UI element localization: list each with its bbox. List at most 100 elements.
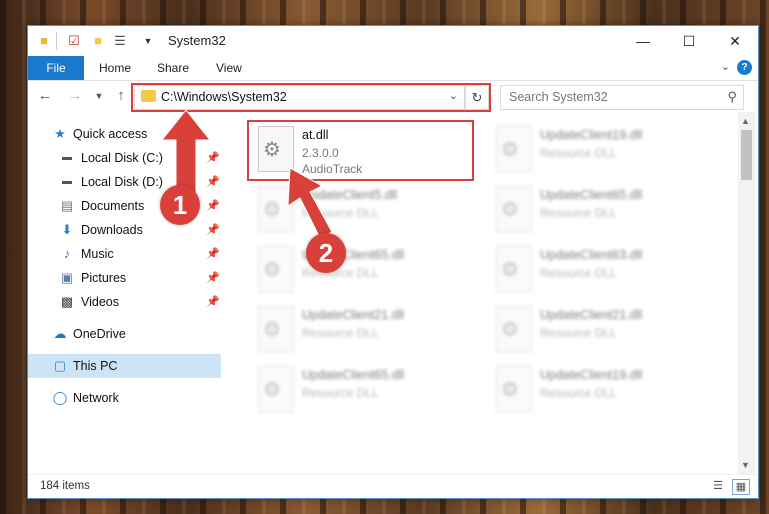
network-icon: ◯ bbox=[52, 390, 68, 405]
title-bar: ■ ☑ ■ ☰ ▼ System32 — ☐ ✕ bbox=[28, 26, 758, 56]
file-name: UpdateClient21.dll bbox=[540, 308, 643, 322]
sidebar-item-pictures[interactable]: ▣ Pictures 📌 bbox=[28, 266, 221, 290]
gear-icon: ⚙ bbox=[501, 379, 519, 401]
expand-ribbon-icon[interactable]: ⌄ bbox=[721, 60, 730, 73]
file-item[interactable]: ⚙ UpdateClient21.dll Resource DLL bbox=[488, 300, 718, 358]
file-item[interactable]: ⚙ UpdateClient65.dll Resource DLL bbox=[488, 180, 718, 238]
file-item[interactable]: ⚙ UpdateClient19.dll Resource DLL bbox=[488, 120, 718, 178]
sidebar-item-label: Pictures bbox=[81, 271, 127, 285]
search-input[interactable]: Search System32 ⚲ bbox=[500, 85, 744, 110]
dll-file-icon: ⚙ bbox=[496, 246, 532, 292]
music-icon: ♪ bbox=[63, 246, 71, 261]
file-type: Resource DLL bbox=[540, 386, 617, 400]
sidebar-item-onedrive[interactable]: ☁ OneDrive bbox=[28, 322, 221, 346]
file-type: Resource DLL bbox=[540, 146, 617, 160]
pin-icon[interactable]: 📌 bbox=[206, 247, 220, 260]
minimize-button[interactable]: — bbox=[620, 26, 666, 56]
file-name: UpdateClient19.dll bbox=[540, 368, 643, 382]
file-highlight-box bbox=[247, 120, 474, 181]
customize-toolbar-icon[interactable]: ☰ bbox=[112, 33, 128, 49]
sidebar-item-label: Documents bbox=[81, 199, 145, 213]
sidebar-item-this-pc[interactable]: ▢ This PC bbox=[28, 354, 221, 378]
file-name: UpdateClient65.dll bbox=[302, 368, 405, 382]
file-item[interactable]: ⚙ UpdateClient5.dll Resource DLL bbox=[250, 180, 480, 238]
tab-share[interactable]: Share bbox=[157, 56, 189, 80]
gear-icon: ⚙ bbox=[501, 139, 519, 161]
maximize-button[interactable]: ☐ bbox=[666, 26, 712, 56]
search-placeholder: Search System32 bbox=[509, 90, 608, 104]
star-icon: ★ bbox=[54, 126, 66, 141]
sidebar-item-label: Downloads bbox=[81, 223, 143, 237]
sidebar-item-quick-access[interactable]: ★ Quick access bbox=[28, 122, 221, 146]
pin-icon[interactable]: 📌 bbox=[206, 223, 220, 236]
scrollbar-thumb[interactable] bbox=[741, 130, 752, 180]
sidebar-item-network[interactable]: ◯ Network bbox=[28, 386, 221, 410]
pin-icon[interactable]: 📌 bbox=[206, 151, 220, 164]
dll-file-icon: ⚙ bbox=[496, 306, 532, 352]
sidebar-item-label: Local Disk (C:) bbox=[81, 151, 163, 165]
chevron-down-icon[interactable]: ▼ bbox=[140, 33, 156, 49]
up-arrow-icon[interactable]: ↑ bbox=[112, 87, 130, 104]
divider bbox=[56, 32, 57, 50]
pin-icon[interactable]: 📌 bbox=[206, 295, 220, 308]
sidebar-item-music[interactable]: ♪ Music 📌 bbox=[28, 242, 221, 266]
gear-icon: ⚙ bbox=[263, 319, 281, 341]
file-name: UpdateClient19.dll bbox=[540, 128, 643, 142]
tab-view[interactable]: View bbox=[216, 56, 242, 80]
computer-icon: ▢ bbox=[53, 358, 67, 373]
gear-icon: ⚙ bbox=[501, 199, 519, 221]
scroll-down-icon[interactable]: ▼ bbox=[741, 460, 750, 470]
details-view-icon[interactable]: ☰ bbox=[710, 479, 726, 493]
sidebar-item-label: Videos bbox=[81, 295, 119, 309]
sidebar-item-label: Music bbox=[81, 247, 114, 261]
file-type: Resource DLL bbox=[302, 326, 379, 340]
file-item[interactable]: ⚙ UpdateClient21.dll Resource DLL bbox=[250, 300, 480, 358]
help-icon[interactable]: ? bbox=[737, 60, 752, 75]
folder-icon: ■ bbox=[40, 33, 48, 48]
file-type: Resource DLL bbox=[540, 326, 617, 340]
file-item[interactable]: ⚙ UpdateClient19.dll Resource DLL bbox=[488, 360, 718, 418]
file-type: Resource DLL bbox=[302, 206, 379, 220]
file-item[interactable]: ⚙ UpdateClient63.dll Resource DLL bbox=[488, 240, 718, 298]
vertical-scrollbar[interactable]: ▲ ▼ bbox=[738, 112, 755, 474]
sidebar-item-label: This PC bbox=[73, 359, 118, 373]
cloud-icon: ☁ bbox=[53, 326, 67, 341]
file-type: Resource DLL bbox=[540, 266, 617, 280]
sidebar-item-downloads[interactable]: ⬇ Downloads 📌 bbox=[28, 218, 221, 242]
dll-file-icon: ⚙ bbox=[258, 366, 294, 412]
scroll-up-icon[interactable]: ▲ bbox=[741, 116, 750, 126]
documents-icon: ▤ bbox=[60, 198, 74, 213]
address-highlight-box bbox=[131, 83, 491, 112]
sidebar-item-label: Local Disk (D:) bbox=[81, 175, 163, 189]
tab-home[interactable]: Home bbox=[99, 56, 131, 80]
step-1-badge: 1 bbox=[160, 185, 200, 225]
pin-icon[interactable]: 📌 bbox=[206, 175, 220, 188]
dll-file-icon: ⚙ bbox=[258, 186, 294, 232]
sidebar-item-label: OneDrive bbox=[73, 327, 126, 341]
file-item[interactable]: ⚙ UpdateClient65.dll Resource DLL bbox=[250, 240, 480, 298]
dll-file-icon: ⚙ bbox=[496, 366, 532, 412]
close-button[interactable]: ✕ bbox=[712, 26, 758, 56]
sidebar-item-local-disk-c[interactable]: ▬ Local Disk (C:) 📌 bbox=[28, 146, 221, 170]
ribbon-tabs: File Home Share View ⌄ ? bbox=[28, 56, 758, 81]
large-icons-view-icon[interactable]: ▦ bbox=[732, 479, 750, 495]
dll-file-icon: ⚙ bbox=[496, 186, 532, 232]
file-name: UpdateClient63.dll bbox=[540, 248, 643, 262]
sidebar-item-label: Network bbox=[73, 391, 119, 405]
new-folder-icon[interactable]: ■ bbox=[90, 33, 106, 49]
file-item[interactable]: ⚙ UpdateClient65.dll Resource DLL bbox=[250, 360, 480, 418]
recent-locations-icon[interactable]: ▼ bbox=[90, 91, 108, 101]
pin-icon[interactable]: 📌 bbox=[206, 199, 220, 212]
back-arrow-icon[interactable]: ← bbox=[36, 87, 54, 104]
sidebar-item-videos[interactable]: ▩ Videos 📌 bbox=[28, 290, 221, 314]
dll-file-icon: ⚙ bbox=[258, 246, 294, 292]
search-icon: ⚲ bbox=[727, 89, 737, 104]
properties-icon[interactable]: ☑ bbox=[66, 33, 82, 49]
gear-icon: ⚙ bbox=[501, 319, 519, 341]
file-tab[interactable]: File bbox=[28, 56, 84, 80]
pin-icon[interactable]: 📌 bbox=[206, 271, 220, 284]
gear-icon: ⚙ bbox=[501, 259, 519, 281]
gear-icon: ⚙ bbox=[263, 199, 281, 221]
videos-icon: ▩ bbox=[60, 294, 74, 309]
forward-arrow-icon[interactable]: → bbox=[66, 87, 84, 104]
